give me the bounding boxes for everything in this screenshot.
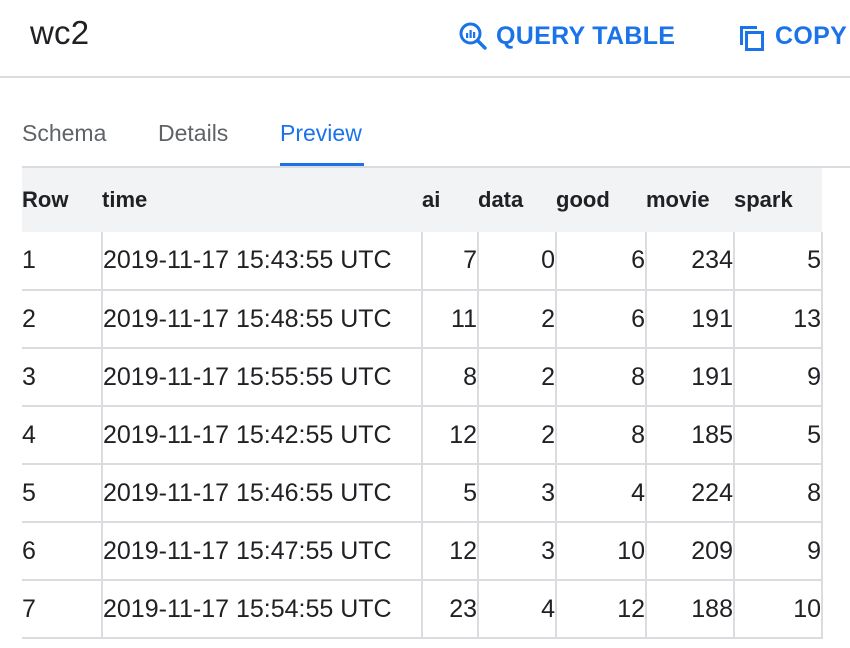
column-header-data: data [478,187,524,212]
row-number-cell: 4 [22,406,103,465]
movie-cell: 209 [646,522,735,581]
row-number-cell: 6 [22,522,103,581]
query-table-label: QUERY TABLE [496,21,676,50]
data-cell: 0 [478,232,557,291]
ai-cell: 7 [422,232,479,291]
good-cell: 6 [556,232,647,291]
column-header-ai: ai [422,187,441,212]
ai-cell: 5 [422,464,479,523]
column-header-row: Row [22,187,69,212]
ai-cell: 11 [422,290,479,349]
movie-cell: 185 [646,406,735,465]
spark-cell: 9 [734,522,823,581]
ai-cell: 8 [422,348,479,407]
good-cell: 6 [556,290,647,349]
column-header-movie: movie [646,187,710,212]
tab-schema[interactable]: Schema [22,120,106,147]
detail-tabs: Schema Details Preview [0,100,850,166]
spark-cell: 13 [734,290,823,349]
column-header-good: good [556,187,610,212]
table-row: 7 2019-11-17 15:54:55 UTC 23 4 12 188 10 [22,580,823,639]
spark-cell: 5 [734,406,823,465]
table-row: 6 2019-11-17 15:47:55 UTC 12 3 10 209 9 [22,522,823,581]
movie-cell: 188 [646,580,735,639]
time-cell: 2019-11-17 15:47:55 UTC [102,522,423,581]
column-header-spark: spark [734,187,793,212]
movie-cell: 224 [646,464,735,523]
good-cell: 8 [556,406,647,465]
spark-cell: 10 [734,580,823,639]
table-row: 3 2019-11-17 15:55:55 UTC 8 2 8 191 9 [22,348,823,407]
preview-table: Row time ai data good movie spark 1 2019… [22,168,823,639]
good-cell: 10 [556,522,647,581]
spark-cell: 5 [734,232,823,291]
time-cell: 2019-11-17 15:54:55 UTC [102,580,423,639]
row-number-cell: 3 [22,348,103,407]
row-number-cell: 1 [22,232,103,291]
spark-cell: 8 [734,464,823,523]
data-cell: 2 [478,348,557,407]
data-cell: 3 [478,522,557,581]
column-header-time: time [102,187,148,212]
copy-table-button[interactable]: COPY T [737,20,850,52]
table-row: 1 2019-11-17 15:43:55 UTC 7 0 6 234 5 [22,232,823,291]
row-number-cell: 7 [22,580,103,639]
query-search-icon [458,21,496,51]
data-cell: 2 [478,290,557,349]
table-row: 5 2019-11-17 15:46:55 UTC 5 3 4 224 8 [22,464,823,523]
table-header: wc2 QUERY TABLE COPY T [0,0,850,78]
movie-cell: 234 [646,232,735,291]
copy-table-label: COPY T [775,21,850,50]
movie-cell: 191 [646,348,735,407]
movie-cell: 191 [646,290,735,349]
table-row: 4 2019-11-17 15:42:55 UTC 12 2 8 185 5 [22,406,823,465]
time-cell: 2019-11-17 15:55:55 UTC [102,348,423,407]
spark-cell: 9 [734,348,823,407]
tab-details[interactable]: Details [158,120,228,147]
time-cell: 2019-11-17 15:42:55 UTC [102,406,423,465]
copy-icon [737,21,775,51]
query-table-button[interactable]: QUERY TABLE [458,20,675,52]
good-cell: 12 [556,580,647,639]
row-number-cell: 5 [22,464,103,523]
ai-cell: 12 [422,406,479,465]
time-cell: 2019-11-17 15:46:55 UTC [102,464,423,523]
data-cell: 4 [478,580,557,639]
table-header-row: Row time ai data good movie spark [22,168,822,232]
time-cell: 2019-11-17 15:43:55 UTC [102,232,423,291]
page-title: wc2 [30,14,90,51]
good-cell: 8 [556,348,647,407]
ai-cell: 23 [422,580,479,639]
tab-preview[interactable]: Preview [280,120,362,147]
table-row: 2 2019-11-17 15:48:55 UTC 11 2 6 191 13 [22,290,823,349]
ai-cell: 12 [422,522,479,581]
good-cell: 4 [556,464,647,523]
time-cell: 2019-11-17 15:48:55 UTC [102,290,423,349]
data-cell: 3 [478,464,557,523]
row-number-cell: 2 [22,290,103,349]
data-cell: 2 [478,406,557,465]
table-details-page: wc2 QUERY TABLE COPY T [0,0,850,648]
